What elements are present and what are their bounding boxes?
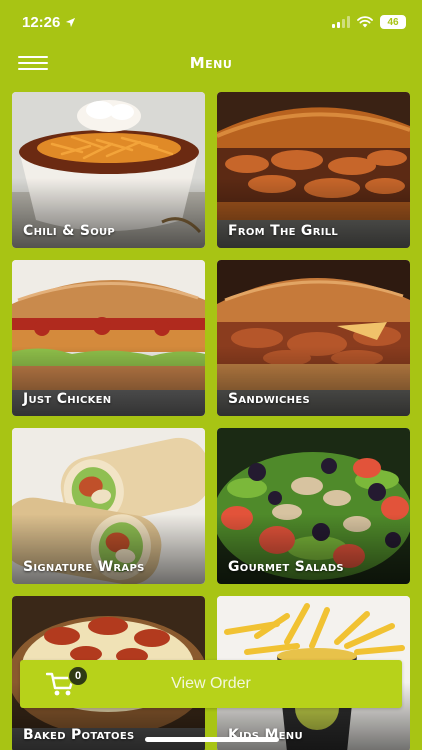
page-title: Menu (189, 54, 233, 72)
category-label: Sandwiches (228, 391, 310, 407)
category-tile-signature-wraps[interactable]: Signature Wraps (12, 428, 205, 584)
category-tile-gourmet-salads[interactable]: Gourmet Salads (217, 428, 410, 584)
hamburger-icon[interactable] (18, 53, 48, 73)
category-label: Baked Potatoes (23, 727, 135, 743)
clock-text: 12:26 (22, 13, 61, 31)
cart-count-badge: 0 (68, 666, 88, 686)
status-indicators: 46 (332, 15, 406, 29)
signal-bars-icon (332, 16, 350, 28)
nav-bar: Menu (0, 44, 422, 82)
category-label: Chili & Soup (23, 223, 116, 239)
category-grid: Chili & Soup From The Grill Just Chicken… (12, 92, 410, 750)
wifi-icon (357, 16, 373, 28)
category-tile-chili-soup[interactable]: Chili & Soup (12, 92, 205, 248)
category-tile-from-the-grill[interactable]: From The Grill (217, 92, 410, 248)
view-order-button[interactable]: 0 View Order (20, 660, 402, 708)
category-tile-just-chicken[interactable]: Just Chicken (12, 260, 205, 416)
home-indicator (145, 737, 279, 742)
category-label: Gourmet Salads (228, 559, 344, 575)
location-arrow-icon (66, 17, 76, 27)
cart[interactable]: 0 (45, 666, 88, 698)
view-order-label: View Order (171, 675, 251, 692)
status-time: 12:26 (22, 14, 76, 31)
category-label: Just Chicken (23, 391, 112, 407)
category-tile-sandwiches[interactable]: Sandwiches (217, 260, 410, 416)
category-label: From The Grill (228, 223, 339, 239)
status-bar: 12:26 46 (0, 0, 422, 44)
battery-indicator: 46 (380, 15, 406, 29)
category-label: Signature Wraps (23, 559, 145, 575)
